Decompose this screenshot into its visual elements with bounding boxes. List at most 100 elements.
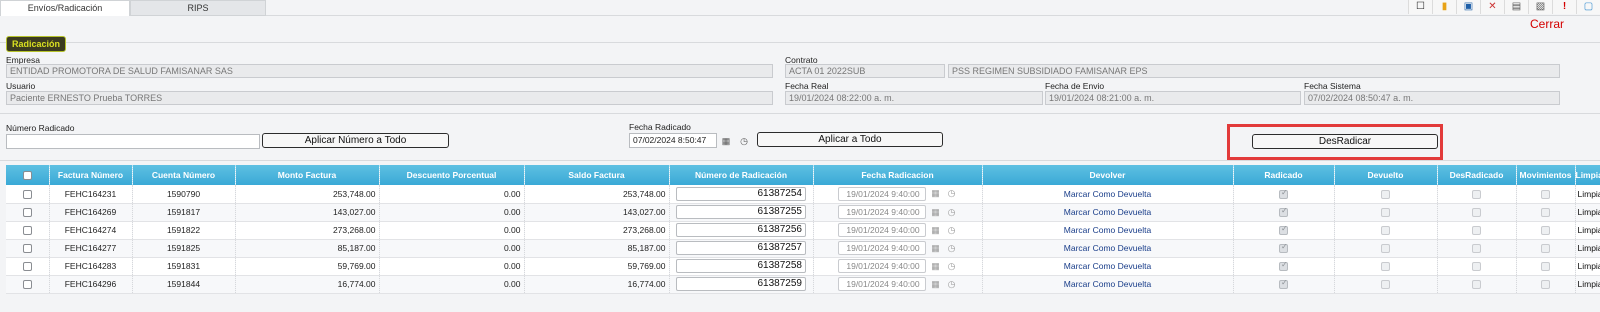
desradicado-checkbox[interactable] [1437,221,1517,240]
usuario-label: Usuario [6,81,36,91]
chat-icon[interactable]: ▢ [1576,0,1600,14]
export-icon[interactable]: ▧ [1528,0,1552,14]
section-title: Radicación [6,36,67,52]
radicado-checkbox [1233,203,1335,222]
radicacion-cell: 61387258 [669,257,814,276]
limpiar-link[interactable]: Limpiar [1575,221,1600,240]
fecha-radicacion-input[interactable]: 19/01/2024 9:40:00 [837,223,926,237]
delete-icon[interactable]: ✕ [1480,0,1504,14]
radicacion-input[interactable]: 61387255 [676,205,806,219]
calendar-icon[interactable]: ▦ [930,225,942,236]
fecha-envio-field: 19/01/2024 08:21:00 a. m. [1045,91,1301,105]
descuento-cell: 0.00 [379,221,525,240]
row-checkbox[interactable] [6,275,50,294]
limpiar-link[interactable]: Limpiar [1575,203,1600,222]
limpiar-link[interactable]: Limpiar [1575,239,1600,258]
marcar-devuelta-link[interactable]: Marcar Como Devuelta [1064,207,1151,217]
fecha-radicacion-input[interactable]: 19/01/2024 9:40:00 [837,205,926,219]
factura-cell: FEHC164231 [49,185,133,204]
fecha-radicacion-input[interactable]: 19/01/2024 9:40:00 [837,259,926,273]
fecha-radicacion-input[interactable]: 19/01/2024 9:40:00 [837,186,926,201]
col-descuento: Descuento Porcentual [379,165,525,185]
radicacion-input[interactable]: 61387258 [676,259,806,273]
calendar-icon[interactable]: ▦ [930,243,942,254]
movimientos-checkbox[interactable] [1516,185,1576,204]
alert-icon[interactable]: ! [1552,0,1576,14]
movimientos-checkbox[interactable] [1516,275,1576,294]
desradicado-checkbox[interactable] [1437,275,1517,294]
movimientos-checkbox[interactable] [1516,203,1576,222]
marcar-devuelta-link[interactable]: Marcar Como Devuelta [1064,225,1151,235]
open-icon[interactable]: ▮ [1432,0,1456,14]
marcar-devuelta-link[interactable]: Marcar Como Devuelta [1064,261,1151,271]
radicacion-cell: 61387257 [669,239,814,258]
factura-cell: FEHC164296 [49,275,133,294]
row-checkbox[interactable] [6,221,50,240]
clock-icon[interactable]: ◷ [946,261,958,272]
fecha-radicado-label: Fecha Radicado [629,122,691,132]
desradicado-checkbox[interactable] [1437,257,1517,276]
fecha-radicado-input[interactable]: 07/02/2024 8:50:47 [629,133,717,148]
fecha-radicacion-input[interactable]: 19/01/2024 9:40:00 [837,241,926,255]
save-icon[interactable]: ▣ [1456,0,1480,14]
aplicar-numero-button[interactable]: Aplicar Número a Todo [262,133,449,148]
calendar-icon[interactable]: ▦ [720,135,732,147]
row-checkbox[interactable] [6,203,50,222]
calendar-icon[interactable]: ▦ [930,279,942,290]
clock-icon[interactable]: ◷ [946,188,958,199]
clock-icon[interactable]: ◷ [946,207,958,218]
table-row: FEHC164283 1591831 59,769.00 0.00 59,769.00 6… [6,257,1600,276]
fecha-sistema-field: 07/02/2024 08:50:47 a. m. [1304,91,1560,105]
cerrar-link[interactable]: Cerrar [1530,17,1564,31]
table-row: FEHC164269 1591817 143,027.00 0.00 143,027.0… [6,203,1600,222]
fecha-radicacion-input[interactable]: 19/01/2024 9:40:00 [837,277,926,291]
clock-icon[interactable]: ◷ [946,279,958,290]
calendar-icon[interactable]: ▦ [930,261,942,272]
monto-cell: 253,748.00 [235,185,380,204]
desradicado-checkbox[interactable] [1437,203,1517,222]
movimientos-checkbox[interactable] [1516,257,1576,276]
radicacion-input[interactable]: 61387257 [676,241,806,255]
table-row: FEHC164277 1591825 85,187.00 0.00 85,187.00 6… [6,239,1600,258]
table-row: FEHC164231 1590790 253,748.00 0.00 253,748.0… [6,185,1600,204]
calendar-icon[interactable]: ▦ [930,188,942,199]
row-checkbox[interactable] [6,257,50,276]
cuenta-cell: 1591831 [132,257,236,276]
tab-rips[interactable]: RIPS [130,0,266,16]
table-row: FEHC164274 1591822 273,268.00 0.00 273,268.0… [6,221,1600,240]
marcar-devuelta-link[interactable]: Marcar Como Devuelta [1064,243,1151,253]
row-checkbox[interactable] [6,185,50,204]
limpiar-link[interactable]: Limpiar [1575,257,1600,276]
limpiar-link[interactable]: Limpiar [1575,185,1600,204]
aplicar-todo-button[interactable]: Aplicar a Todo [757,132,943,147]
movimientos-checkbox[interactable] [1516,221,1576,240]
print-icon[interactable]: ▤ [1504,0,1528,14]
highlight-box [1227,124,1443,160]
new-icon[interactable]: ☐ [1408,0,1432,14]
marcar-devuelta-link[interactable]: Marcar Como Devuelta [1064,189,1151,199]
col-radicado: Radicado [1233,165,1335,185]
factura-cell: FEHC164269 [49,203,133,222]
numero-radicado-input[interactable] [6,134,260,149]
col-saldo: Saldo Factura [524,165,670,185]
clock-icon[interactable]: ◷ [946,225,958,236]
col-movimientos: Movimientos [1516,165,1576,185]
movimientos-checkbox[interactable] [1516,239,1576,258]
row-checkbox[interactable] [6,239,50,258]
radicacion-input[interactable]: 61387254 [676,186,806,201]
marcar-devuelta-link[interactable]: Marcar Como Devuelta [1064,279,1151,289]
desradicado-checkbox[interactable] [1437,185,1517,204]
calendar-icon[interactable]: ▦ [930,207,942,218]
fecha-sistema-label: Fecha Sistema [1304,81,1361,91]
clock-icon[interactable]: ◷ [738,135,750,147]
clock-icon[interactable]: ◷ [946,243,958,254]
cuenta-cell: 1591825 [132,239,236,258]
radicacion-input[interactable]: 61387259 [676,277,806,291]
tab-envios-radicacion[interactable]: Envíos/Radicación [0,0,130,16]
facturas-table: Factura Número Cuenta Número Monto Factu… [6,165,1600,294]
limpiar-link[interactable]: Limpiar [1575,275,1600,294]
select-all-checkbox[interactable] [6,165,50,185]
radicado-checkbox [1233,275,1335,294]
radicacion-input[interactable]: 61387256 [676,223,806,237]
desradicado-checkbox[interactable] [1437,239,1517,258]
